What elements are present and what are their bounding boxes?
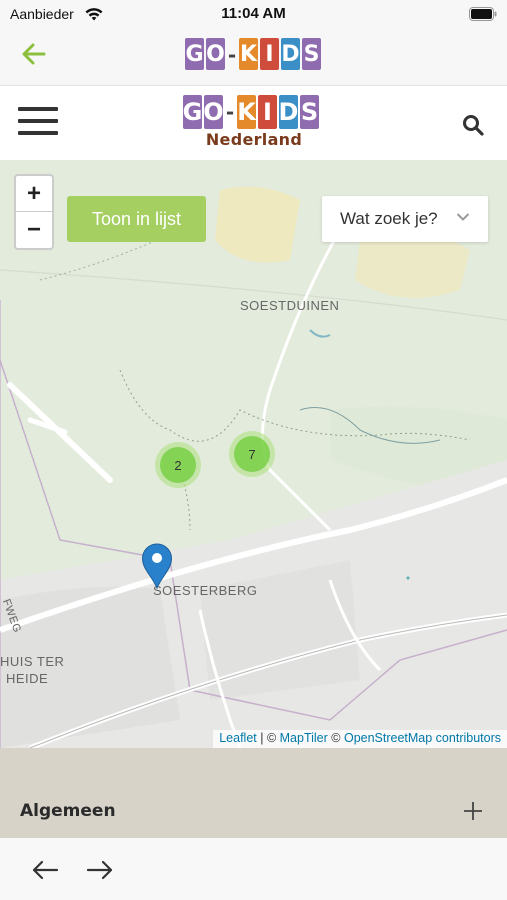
map-cluster[interactable]: 7	[229, 431, 275, 477]
hamburger-line	[18, 131, 58, 135]
arrow-right-icon[interactable]	[86, 859, 114, 881]
zoom-out-button[interactable]: −	[16, 212, 52, 248]
logo-letter: D	[279, 95, 298, 129]
go-kids-nederland-logo[interactable]: G O - K I D S Nederland	[183, 95, 325, 149]
logo-dash: -	[227, 43, 237, 67]
chevron-down-icon	[456, 213, 470, 221]
logo-letter: S	[300, 95, 319, 129]
openstreetmap-link[interactable]: OpenStreetMap contributors	[344, 731, 501, 745]
plus-icon[interactable]	[462, 800, 484, 822]
cluster-count: 2	[160, 447, 196, 483]
logo-dash: -	[225, 100, 235, 124]
map-marker-icon[interactable]	[141, 543, 173, 589]
arrow-left-icon[interactable]	[20, 40, 48, 68]
attribution-separator: | ©	[256, 731, 280, 745]
zoom-in-button[interactable]: +	[16, 176, 52, 212]
search-icon[interactable]	[461, 113, 485, 137]
top-navigation-bar: G O - K I D S	[0, 28, 507, 86]
logo-letter: I	[258, 95, 277, 129]
cluster-count: 7	[234, 436, 270, 472]
logo-letter: O	[206, 38, 225, 70]
maptiler-link[interactable]: MapTiler	[280, 731, 328, 745]
hamburger-line	[18, 119, 58, 123]
site-header: G O - K I D S Nederland	[0, 87, 507, 160]
logo-letter: S	[302, 38, 321, 70]
show-list-button[interactable]: Toon in lijst	[67, 196, 206, 242]
status-bar: Aanbieder 11:04 AM	[0, 0, 507, 28]
hamburger-icon[interactable]	[18, 107, 58, 141]
accordion-title: Algemeen	[20, 801, 116, 821]
accordion-algemeen[interactable]: Algemeen	[0, 748, 507, 838]
logo-letter: I	[260, 38, 279, 70]
map-view[interactable]: + − Toon in lijst Wat zoek je? SOESTDUIN…	[0, 160, 507, 748]
map-place-label: SOESTDUINEN	[240, 298, 340, 313]
map-place-label: HUIS TER	[0, 654, 65, 669]
logo-letter: G	[183, 95, 202, 129]
bottom-navigation-bar	[0, 838, 507, 900]
logo-letter: O	[203, 95, 224, 129]
logo-letter: D	[281, 38, 300, 70]
logo-letter: K	[237, 95, 256, 129]
map-cluster[interactable]: 2	[155, 442, 201, 488]
zoom-control: + −	[14, 174, 54, 250]
leaflet-link[interactable]: Leaflet	[219, 731, 257, 745]
logo-letter: G	[185, 38, 204, 70]
hamburger-line	[18, 107, 58, 111]
attribution-separator: ©	[327, 731, 344, 745]
logo-letter: K	[239, 38, 258, 70]
arrow-left-icon[interactable]	[31, 859, 59, 881]
battery-icon	[469, 7, 497, 21]
go-kids-logo-small: G O - K I D S	[185, 38, 321, 72]
filter-placeholder: Wat zoek je?	[340, 209, 438, 228]
map-attribution: Leaflet | © MapTiler © OpenStreetMap con…	[213, 730, 507, 748]
map-place-label: HEIDE	[6, 671, 49, 686]
search-filter-dropdown[interactable]: Wat zoek je?	[322, 196, 488, 242]
clock: 11:04 AM	[221, 5, 286, 22]
logo-subtitle: Nederland	[205, 130, 303, 149]
